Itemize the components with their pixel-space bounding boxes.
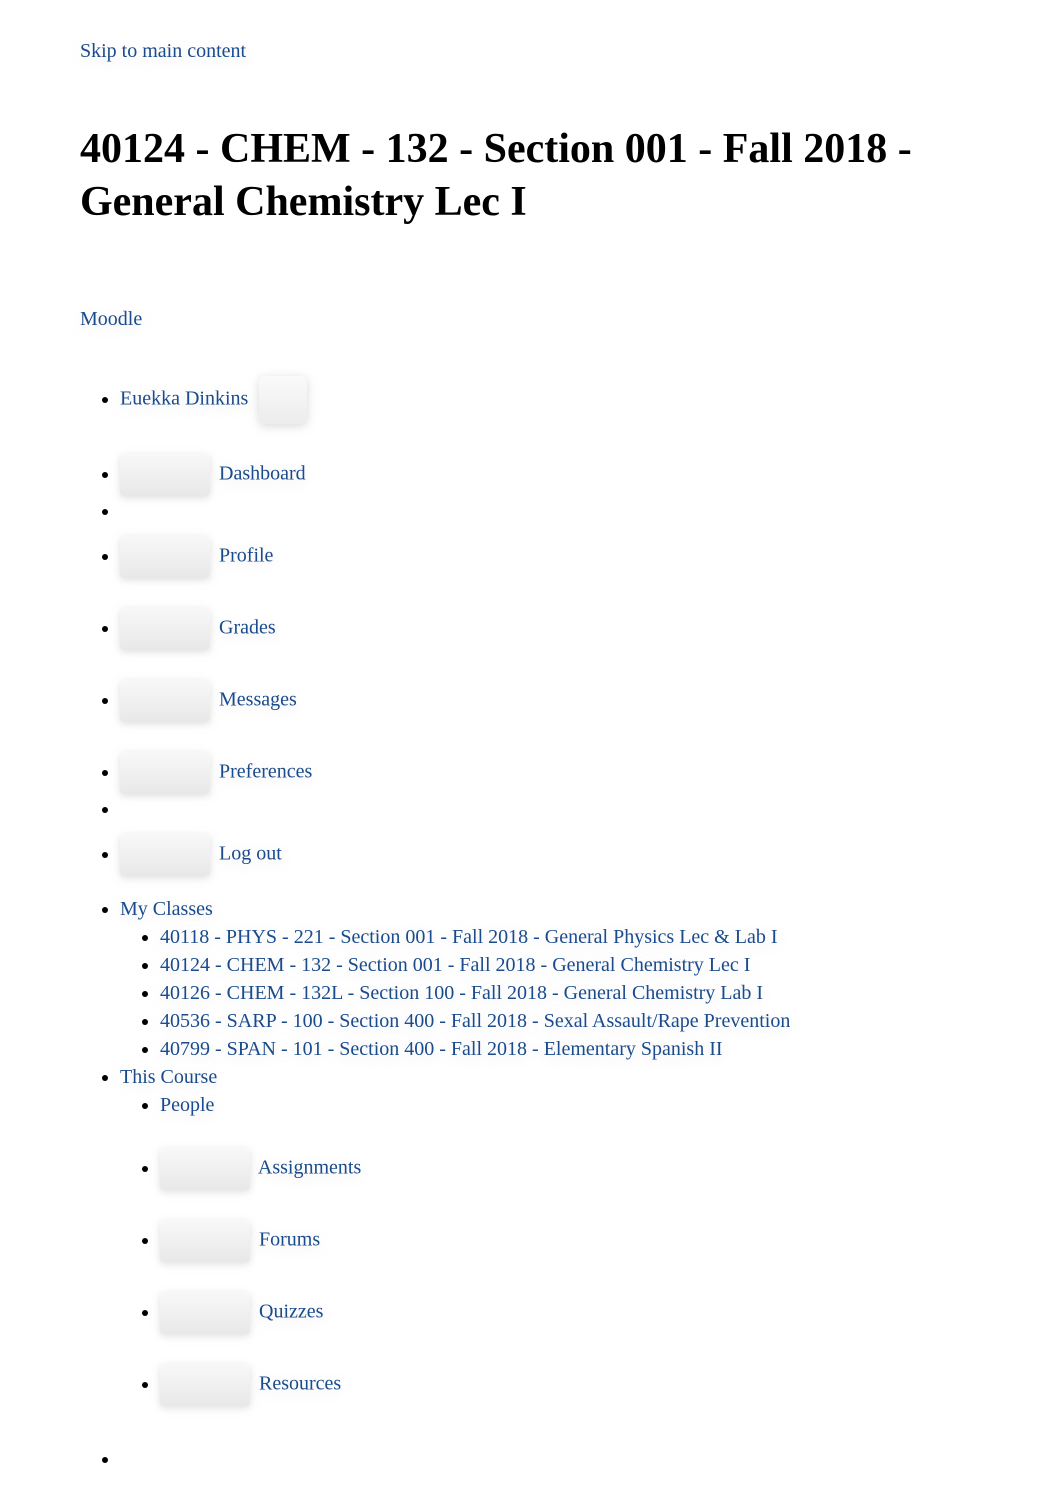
quizzes-link[interactable]: Quizzes xyxy=(259,1301,323,1323)
quizzes-icon xyxy=(160,1292,250,1334)
moodle-brand-link[interactable]: Moodle xyxy=(80,308,142,330)
forums-icon xyxy=(160,1220,250,1262)
logout-icon xyxy=(120,834,210,876)
profile-icon xyxy=(120,536,210,578)
messages-link[interactable]: Messages xyxy=(219,689,297,711)
course-link[interactable]: 40126 - CHEM - 132L - Section 100 - Fall… xyxy=(160,982,763,1004)
dashboard-link[interactable]: Dashboard xyxy=(219,463,306,485)
this-course-toggle[interactable]: This Course xyxy=(120,1066,217,1088)
my-classes-toggle[interactable]: My Classes xyxy=(120,898,213,920)
preferences-icon xyxy=(120,752,210,794)
user-menu-toggle[interactable]: Euekka Dinkins xyxy=(120,388,253,410)
this-course-list: People Assignments Forums Quizzes Resour… xyxy=(120,1092,982,1406)
assignments-link[interactable]: Assignments xyxy=(258,1157,361,1179)
course-link[interactable]: 40799 - SPAN - 101 - Section 400 - Fall … xyxy=(160,1038,723,1060)
username: Euekka Dinkins xyxy=(120,388,248,410)
assignments-icon xyxy=(160,1148,250,1190)
grades-link[interactable]: Grades xyxy=(219,617,276,639)
divider xyxy=(120,498,982,506)
skip-to-main-link[interactable]: Skip to main content xyxy=(80,40,246,62)
people-link[interactable]: People xyxy=(160,1094,214,1116)
dashboard-icon xyxy=(120,454,210,496)
messages-icon xyxy=(120,680,210,722)
forums-link[interactable]: Forums xyxy=(259,1229,320,1251)
course-link[interactable]: 40124 - CHEM - 132 - Section 001 - Fall … xyxy=(160,954,750,976)
user-avatar-icon xyxy=(259,376,307,424)
course-link[interactable]: 40536 - SARP - 100 - Section 400 - Fall … xyxy=(160,1010,790,1032)
grades-icon xyxy=(120,608,210,650)
page-title: 40124 - CHEM - 132 - Section 001 - Fall … xyxy=(80,123,982,228)
empty-nav-item xyxy=(120,1446,982,1454)
divider xyxy=(120,796,982,804)
my-classes-list: 40118 - PHYS - 221 - Section 001 - Fall … xyxy=(120,924,982,1062)
resources-link[interactable]: Resources xyxy=(259,1373,341,1395)
profile-link[interactable]: Profile xyxy=(219,545,273,567)
main-navigation: Euekka Dinkins Dashboard Profile Grades … xyxy=(80,376,982,1454)
course-link[interactable]: 40118 - PHYS - 221 - Section 001 - Fall … xyxy=(160,926,778,948)
logout-link[interactable]: Log out xyxy=(219,843,282,865)
resources-icon xyxy=(160,1364,250,1406)
preferences-link[interactable]: Preferences xyxy=(219,761,312,783)
